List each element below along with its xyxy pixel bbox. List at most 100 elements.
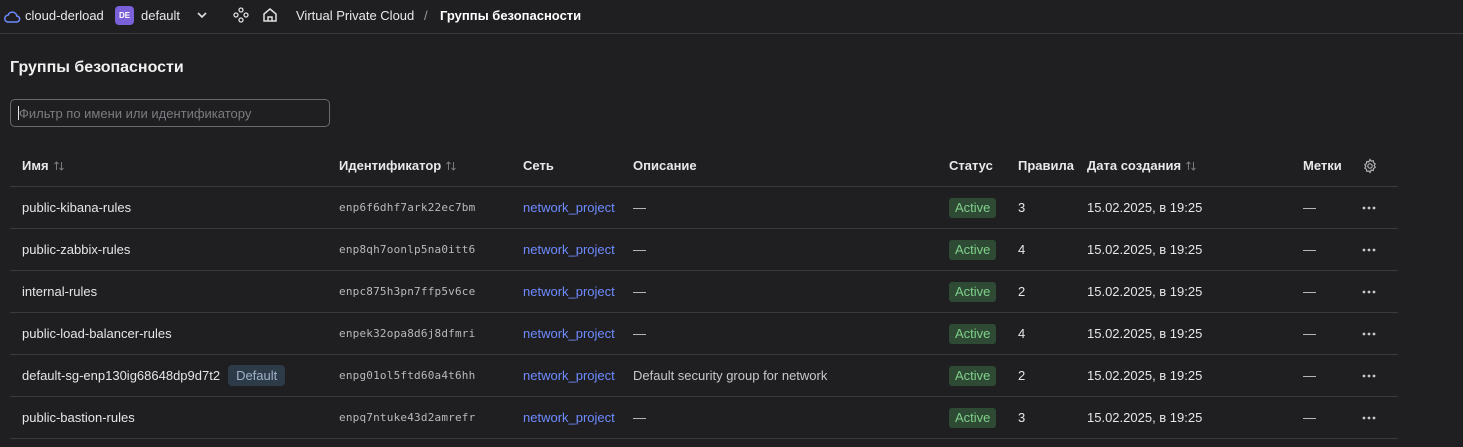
column-header-created[interactable]: Дата создания — [1087, 145, 1197, 186]
cell-network-link[interactable]: network_project — [523, 355, 615, 396]
cell-status: Active — [949, 355, 997, 396]
cell-rules-count: 4 — [1018, 326, 1026, 341]
top-bar: cloud-derload DE default Virtual Private… — [0, 0, 1463, 34]
cell-status: Active — [949, 187, 997, 228]
cell-description: — — [633, 200, 646, 215]
cell-description: — — [633, 326, 646, 341]
chevron-down-icon[interactable] — [193, 6, 211, 24]
cell-name: public-kibana-rules — [22, 187, 131, 228]
cell-labels: — — [1303, 242, 1316, 257]
status-badge: Active — [949, 197, 997, 218]
cell-id: enpq7ntuke43d2amrefr — [339, 411, 476, 424]
breadcrumb-service[interactable]: Virtual Private Cloud — [296, 7, 414, 25]
row-actions[interactable] — [1361, 313, 1377, 354]
status-badge: Active — [949, 323, 997, 344]
cell-description: — — [633, 410, 646, 425]
cell-rules-count: 3 — [1018, 410, 1026, 425]
table-row[interactable]: internal-rules enpc875h3pn7ffp5v6ce netw… — [10, 271, 1398, 313]
cell-name: public-bastion-rules — [22, 397, 135, 438]
more-dots-icon[interactable] — [1361, 410, 1377, 426]
table-row[interactable]: public-zabbix-rules enp8qh7oonlp5na0itt6… — [10, 229, 1398, 271]
security-group-name[interactable]: default-sg-enp130ig68648dp9d7t2 — [22, 368, 220, 383]
cell-created: 15.02.2025, в 19:25 — [1087, 200, 1203, 215]
security-group-name[interactable]: internal-rules — [22, 284, 97, 299]
cell-id: enpg01ol5ftd60a4t6hh — [339, 369, 476, 382]
cell-network-link[interactable]: network_project — [523, 271, 615, 312]
more-dots-icon[interactable] — [1361, 242, 1377, 258]
column-header-name[interactable]: Имя — [22, 145, 65, 186]
cell-labels: — — [1303, 368, 1316, 383]
column-header-id[interactable]: Идентификатор — [339, 145, 457, 186]
table-row[interactable]: public-kibana-rules enp6f6dhf7ark22ec7bm… — [10, 187, 1398, 229]
cell-labels: — — [1303, 410, 1316, 425]
sort-icon[interactable] — [445, 160, 457, 172]
sort-icon[interactable] — [1185, 160, 1197, 172]
default-badge: Default — [228, 365, 286, 386]
row-actions[interactable] — [1361, 229, 1377, 270]
cell-description: Default security group for network — [633, 368, 828, 383]
cell-labels: — — [1303, 326, 1316, 341]
cell-id: enpek32opa8d6j8dfmri — [339, 327, 476, 340]
breadcrumb-current-page: Группы безопасности — [440, 8, 582, 23]
column-header-rules: Правила — [1018, 158, 1074, 173]
filter-input[interactable] — [10, 99, 330, 127]
sort-icon[interactable] — [53, 160, 65, 172]
services-icon[interactable] — [232, 6, 250, 24]
cell-description: — — [633, 284, 646, 299]
column-header-labels-label: Метки — [1303, 158, 1342, 173]
status-badge: Active — [949, 365, 997, 386]
row-actions[interactable] — [1361, 397, 1377, 438]
security-groups-table: Имя Идентификатор Сеть Описание Статус П… — [10, 145, 1398, 439]
row-actions[interactable] — [1361, 271, 1377, 312]
cell-id: enp8qh7oonlp5na0itt6 — [339, 243, 476, 256]
cell-network-link[interactable]: network_project — [523, 397, 615, 438]
security-group-name[interactable]: public-bastion-rules — [22, 410, 135, 425]
table-row[interactable]: default-sg-enp130ig68648dp9d7t2 Default … — [10, 355, 1398, 397]
row-actions[interactable] — [1361, 187, 1377, 228]
cell-created: 15.02.2025, в 19:25 — [1087, 284, 1203, 299]
cell-rules-count: 4 — [1018, 242, 1026, 257]
table-row[interactable]: public-bastion-rules enpq7ntuke43d2amref… — [10, 397, 1398, 439]
text-caret — [18, 106, 19, 120]
cell-rules-count: 2 — [1018, 368, 1026, 383]
security-group-name[interactable]: public-load-balancer-rules — [22, 326, 172, 341]
breadcrumb-separator: / — [424, 8, 428, 23]
cell-status: Active — [949, 313, 997, 354]
folder-badge: DE — [115, 6, 134, 25]
more-dots-icon[interactable] — [1361, 200, 1377, 216]
security-group-name[interactable]: public-zabbix-rules — [22, 242, 130, 257]
cell-description: — — [633, 242, 646, 257]
cell-network-link[interactable]: network_project — [523, 187, 615, 228]
cell-name: public-load-balancer-rules — [22, 313, 172, 354]
home-icon[interactable] — [261, 6, 279, 24]
cell-status: Active — [949, 271, 997, 312]
column-header-name-label: Имя — [22, 158, 49, 173]
cell-id: enp6f6dhf7ark22ec7bm — [339, 201, 476, 214]
more-dots-icon[interactable] — [1361, 284, 1377, 300]
cell-network-link[interactable]: network_project — [523, 313, 615, 354]
cell-rules-count: 2 — [1018, 284, 1026, 299]
cell-labels: — — [1303, 200, 1316, 215]
cloud-icon[interactable] — [2, 7, 22, 27]
status-badge: Active — [949, 407, 997, 428]
cell-name: default-sg-enp130ig68648dp9d7t2 Default — [22, 355, 286, 396]
cell-id: enpc875h3pn7ffp5v6ce — [339, 285, 476, 298]
cell-name: public-zabbix-rules — [22, 229, 130, 270]
page-title: Группы безопасности — [10, 59, 184, 76]
cell-rules-count: 3 — [1018, 200, 1026, 215]
folder-name[interactable]: default — [141, 7, 180, 25]
cell-name: internal-rules — [22, 271, 97, 312]
cell-network-link[interactable]: network_project — [523, 229, 615, 270]
gear-icon[interactable] — [1362, 157, 1378, 174]
security-group-name[interactable]: public-kibana-rules — [22, 200, 131, 215]
column-header-status: Статус — [949, 158, 993, 173]
status-badge: Active — [949, 281, 997, 302]
column-header-id-label: Идентификатор — [339, 158, 442, 173]
more-dots-icon[interactable] — [1361, 326, 1377, 342]
row-actions[interactable] — [1361, 355, 1377, 396]
more-dots-icon[interactable] — [1361, 368, 1377, 384]
table-header-row: Имя Идентификатор Сеть Описание Статус П… — [10, 145, 1398, 187]
column-header-labels: Метки — [1303, 145, 1378, 186]
cloud-name[interactable]: cloud-derload — [25, 7, 104, 25]
table-row[interactable]: public-load-balancer-rules enpek32opa8d6… — [10, 313, 1398, 355]
